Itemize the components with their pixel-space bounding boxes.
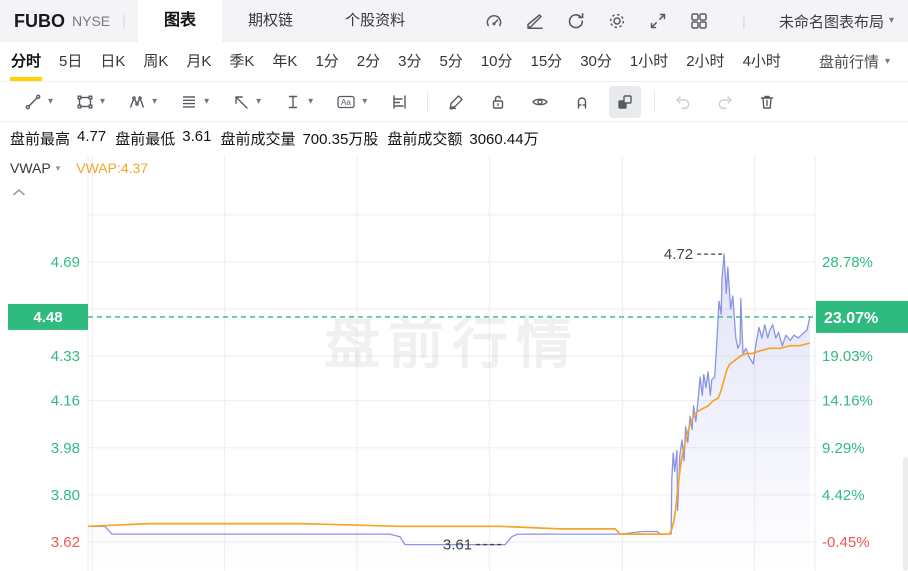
timeframe-item[interactable]: 月K	[177, 42, 220, 81]
caret-down-icon[interactable]: ▾	[56, 163, 61, 174]
timeframe-item[interactable]: 10分	[472, 42, 522, 81]
timeframe-item[interactable]: 2小时	[677, 42, 733, 81]
draw-tool[interactable]	[435, 86, 477, 118]
premarket-stat: 盘前最高 4.77	[10, 128, 107, 148]
timeframe-item[interactable]: 季K	[220, 42, 263, 81]
y-axis-right-tick: 19.03%	[822, 348, 873, 365]
caret-down-icon: ▾	[256, 95, 262, 107]
caret-down-icon: ▾	[152, 95, 158, 107]
header-tab[interactable]: 个股资料	[319, 0, 431, 42]
unlock-icon[interactable]	[477, 86, 519, 118]
header-icons: | 未命名图表布局 ▾	[484, 11, 908, 32]
premarket-stat: 盘前成交额 3060.44万	[387, 131, 539, 148]
y-axis-right-tick: 14.16%	[822, 393, 873, 410]
caret-down-icon: ▾	[308, 95, 314, 107]
pattern-tool[interactable]: ▾	[116, 86, 168, 118]
current-change-badge-label: 23.07%	[824, 310, 878, 327]
indicator-row: VWAP ▾ VWAP:4.37	[10, 160, 148, 176]
fullscreen-icon[interactable]	[648, 11, 668, 31]
refresh-icon[interactable]	[566, 11, 586, 31]
caret-down-icon: ▾	[48, 95, 54, 107]
arrow-tool[interactable]: ▾	[220, 86, 272, 118]
timeframe-bar: 分时 5日 日K 周K 月K 季K 年K 1分 2分 3分 5分 10分 15分 30分 1小时 2小时 4小时…	[0, 42, 908, 82]
timeframe-item[interactable]: 5日	[50, 42, 91, 81]
indicator-value: VWAP:4.37	[76, 160, 149, 176]
y-axis-right-tick: 4.42%	[822, 487, 865, 504]
timeframe-item[interactable]: 分时	[2, 42, 50, 81]
timeframe-item[interactable]: 周K	[134, 42, 177, 81]
fib-lines-tool[interactable]: ▾	[168, 86, 220, 118]
premarket-stat: 盘前成交量 700.35万股	[220, 131, 379, 148]
timeframe-item[interactable]: 1小时	[621, 42, 677, 81]
price-chart-plot[interactable]: 盘前行情 4.72 3.61 4.69 4.33 4.16 3.98 3.80 3.62 28.7…	[0, 155, 908, 571]
stock-symbol: FUBO	[14, 10, 65, 31]
toolbar-divider	[654, 90, 656, 113]
header-tab[interactable]: 期权链	[222, 0, 319, 42]
eye-icon[interactable]	[519, 86, 561, 118]
header-icons-divider: |	[742, 12, 746, 30]
trendline-tool[interactable]: ▾	[12, 86, 64, 118]
timeframe-items: 分时 5日 日K 周K 月K 季K 年K 1分 2分 3分 5分 10分 15分 30分 1小时 2小时 4小时	[2, 42, 790, 81]
timeframe-item[interactable]: 15分	[522, 42, 572, 81]
svg-text:Aa: Aa	[341, 98, 351, 107]
timeframe-item[interactable]: 日K	[91, 42, 134, 81]
header-tab[interactable]: 图表	[138, 0, 223, 42]
timeframe-item[interactable]: 3分	[389, 42, 430, 81]
chart-area[interactable]: VWAP ▾ VWAP:4.37 盘前行情 4.72 3.61 4.69 4.33 4.1…	[0, 155, 908, 571]
session-selector-label: 盘前行情	[818, 54, 879, 71]
timeframe-item[interactable]: 2分	[348, 42, 389, 81]
drawing-toolbar: ▾ ▾ ▾ ▾ ▾ ▾ Aa ▾	[0, 82, 908, 122]
gauge-icon[interactable]	[484, 11, 504, 31]
y-axis-left-tick: 4.33	[51, 348, 80, 365]
redo-icon[interactable]	[704, 86, 746, 118]
session-selector[interactable]: 盘前行情 ▾	[819, 51, 906, 72]
scrollbar-thumb[interactable]	[903, 457, 908, 571]
timeframe-item[interactable]: 年K	[263, 42, 306, 81]
y-axis-left-tick: 3.80	[51, 487, 80, 504]
annotation-label: 4.72	[664, 246, 693, 263]
caret-down-icon: ▾	[888, 15, 894, 26]
magnet-icon[interactable]	[561, 86, 603, 118]
edit-icon[interactable]	[525, 11, 545, 31]
y-axis-left-tick: 3.98	[51, 440, 80, 457]
settings-icon[interactable]	[607, 11, 627, 31]
volume-profile-tool[interactable]	[378, 86, 420, 118]
header-tabs: 图表 期权链 个股资料	[138, 0, 431, 42]
caret-down-icon: ▾	[362, 95, 368, 107]
y-axis-left-tick: 4.69	[51, 254, 80, 271]
caret-down-icon: ▾	[884, 55, 890, 67]
timeframe-item[interactable]: 1分	[306, 42, 347, 81]
y-axis-right-tick: 9.29%	[822, 440, 865, 457]
caret-down-icon: ▾	[100, 95, 106, 107]
y-axis-right-tick: -0.45%	[822, 534, 870, 551]
timeframe-item[interactable]: 5分	[430, 42, 471, 81]
watermark: 盘前行情	[324, 312, 580, 375]
text-tool[interactable]: Aa ▾	[324, 86, 378, 118]
current-price-badge-label: 4.48	[33, 309, 62, 326]
stock-exchange: NYSE	[72, 13, 111, 29]
header-bar: FUBO NYSE | 图表 期权链 个股资料 | 未命名图表布局 ▾	[0, 0, 908, 42]
timeframe-item[interactable]: 4小时	[734, 42, 790, 81]
grid-layout-icon[interactable]	[689, 11, 709, 31]
y-axis-left-tick: 4.16	[51, 393, 80, 410]
indicator-name[interactable]: VWAP	[10, 160, 51, 176]
caret-down-icon: ▾	[204, 95, 210, 107]
rectangle-tool[interactable]: ▾	[64, 86, 116, 118]
header-divider: |	[122, 12, 127, 30]
premarket-stat: 盘前最低 3.61	[115, 128, 212, 148]
timeframe-item[interactable]: 30分	[571, 42, 621, 81]
undo-icon[interactable]	[662, 86, 704, 118]
toolbar-divider	[427, 90, 429, 113]
chart-layout-name: 未命名图表布局	[778, 13, 884, 31]
y-axis-left-tick: 3.62	[51, 534, 80, 551]
y-axis-right-tick: 28.78%	[822, 254, 873, 271]
measure-tool[interactable]: ▾	[272, 86, 324, 118]
chart-layout-selector[interactable]: 未命名图表布局 ▾	[779, 11, 894, 32]
sync-drawings-icon[interactable]	[609, 85, 642, 118]
trash-icon[interactable]	[746, 86, 788, 118]
premarket-stats-row: 盘前最高 4.77 盘前最低 3.61 盘前成交量 700.35万股 盘前成交额 3060.4…	[0, 122, 908, 155]
annotation-label: 3.61	[443, 537, 472, 554]
